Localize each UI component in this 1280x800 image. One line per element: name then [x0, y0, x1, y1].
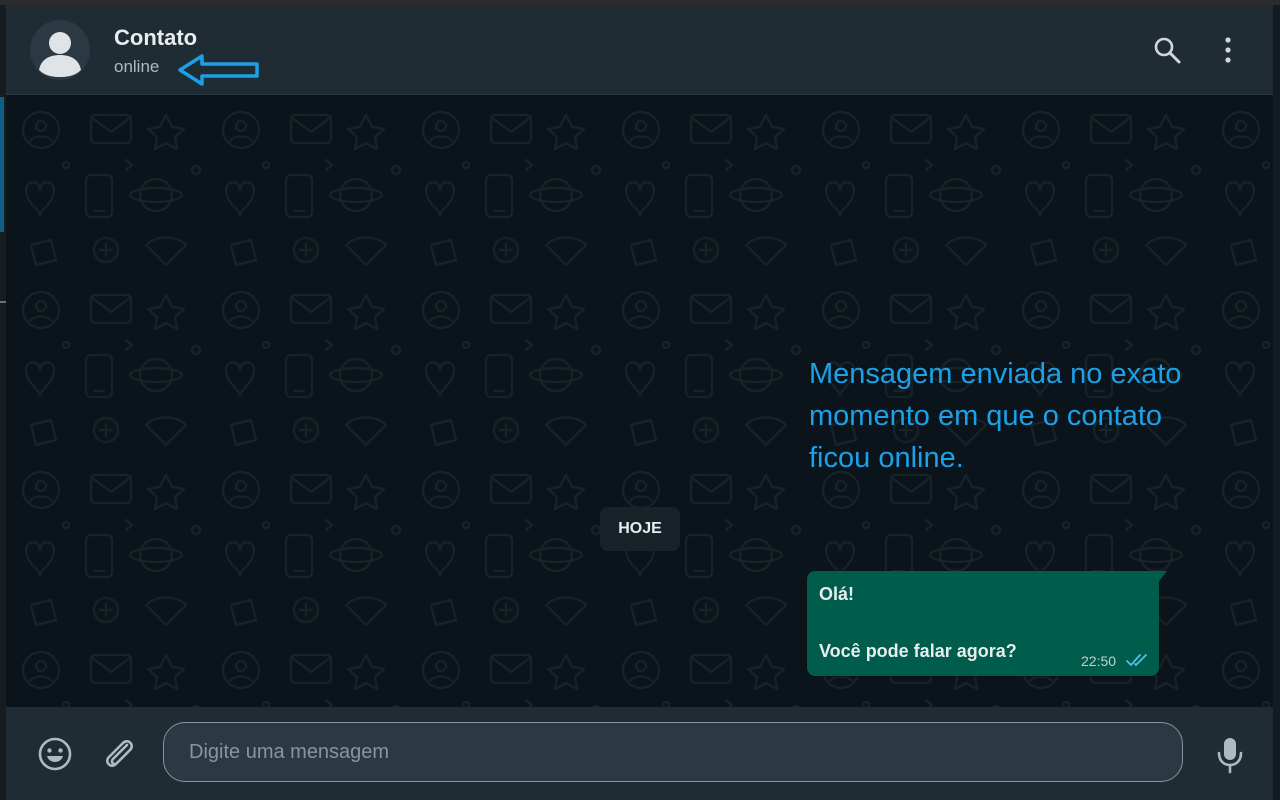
emoji-icon — [38, 737, 72, 771]
date-divider: HOJE — [600, 507, 680, 551]
emoji-button[interactable] — [36, 735, 74, 778]
avatar-icon — [39, 32, 81, 77]
attach-button[interactable] — [100, 735, 138, 778]
message-time: 22:50 — [1081, 653, 1117, 669]
annotation-text: Mensagem enviada no exato momento em que… — [809, 358, 1182, 474]
chat-area[interactable]: Mensagem enviada no exato momento em que… — [6, 95, 1273, 707]
outgoing-message[interactable]: Olá! Você pode falar agora? 22:50 — [807, 571, 1167, 676]
contact-status: online — [114, 57, 160, 76]
double-check-icon — [1126, 654, 1147, 666]
contact-name: Contato — [114, 25, 198, 50]
chat-header[interactable]: Contato online — [6, 5, 1273, 95]
mic-button[interactable] — [1215, 735, 1245, 780]
menu-button[interactable] — [1211, 33, 1245, 67]
search-button[interactable] — [1150, 33, 1184, 67]
left-annotation-arrow-icon — [178, 54, 259, 86]
selection-accent — [0, 97, 4, 232]
right-panel-edge — [1273, 5, 1280, 800]
message-input[interactable] — [163, 722, 1183, 782]
avatar[interactable] — [30, 20, 90, 80]
search-icon — [1154, 37, 1181, 64]
mic-icon — [1217, 738, 1243, 774]
message-line-2: Você pode falar agora? — [819, 641, 1017, 661]
message-composer — [6, 707, 1273, 800]
menu-icon — [1225, 37, 1231, 63]
attach-icon — [106, 740, 133, 767]
message-line-1: Olá! — [819, 584, 855, 604]
bubble-tail — [1157, 571, 1167, 584]
